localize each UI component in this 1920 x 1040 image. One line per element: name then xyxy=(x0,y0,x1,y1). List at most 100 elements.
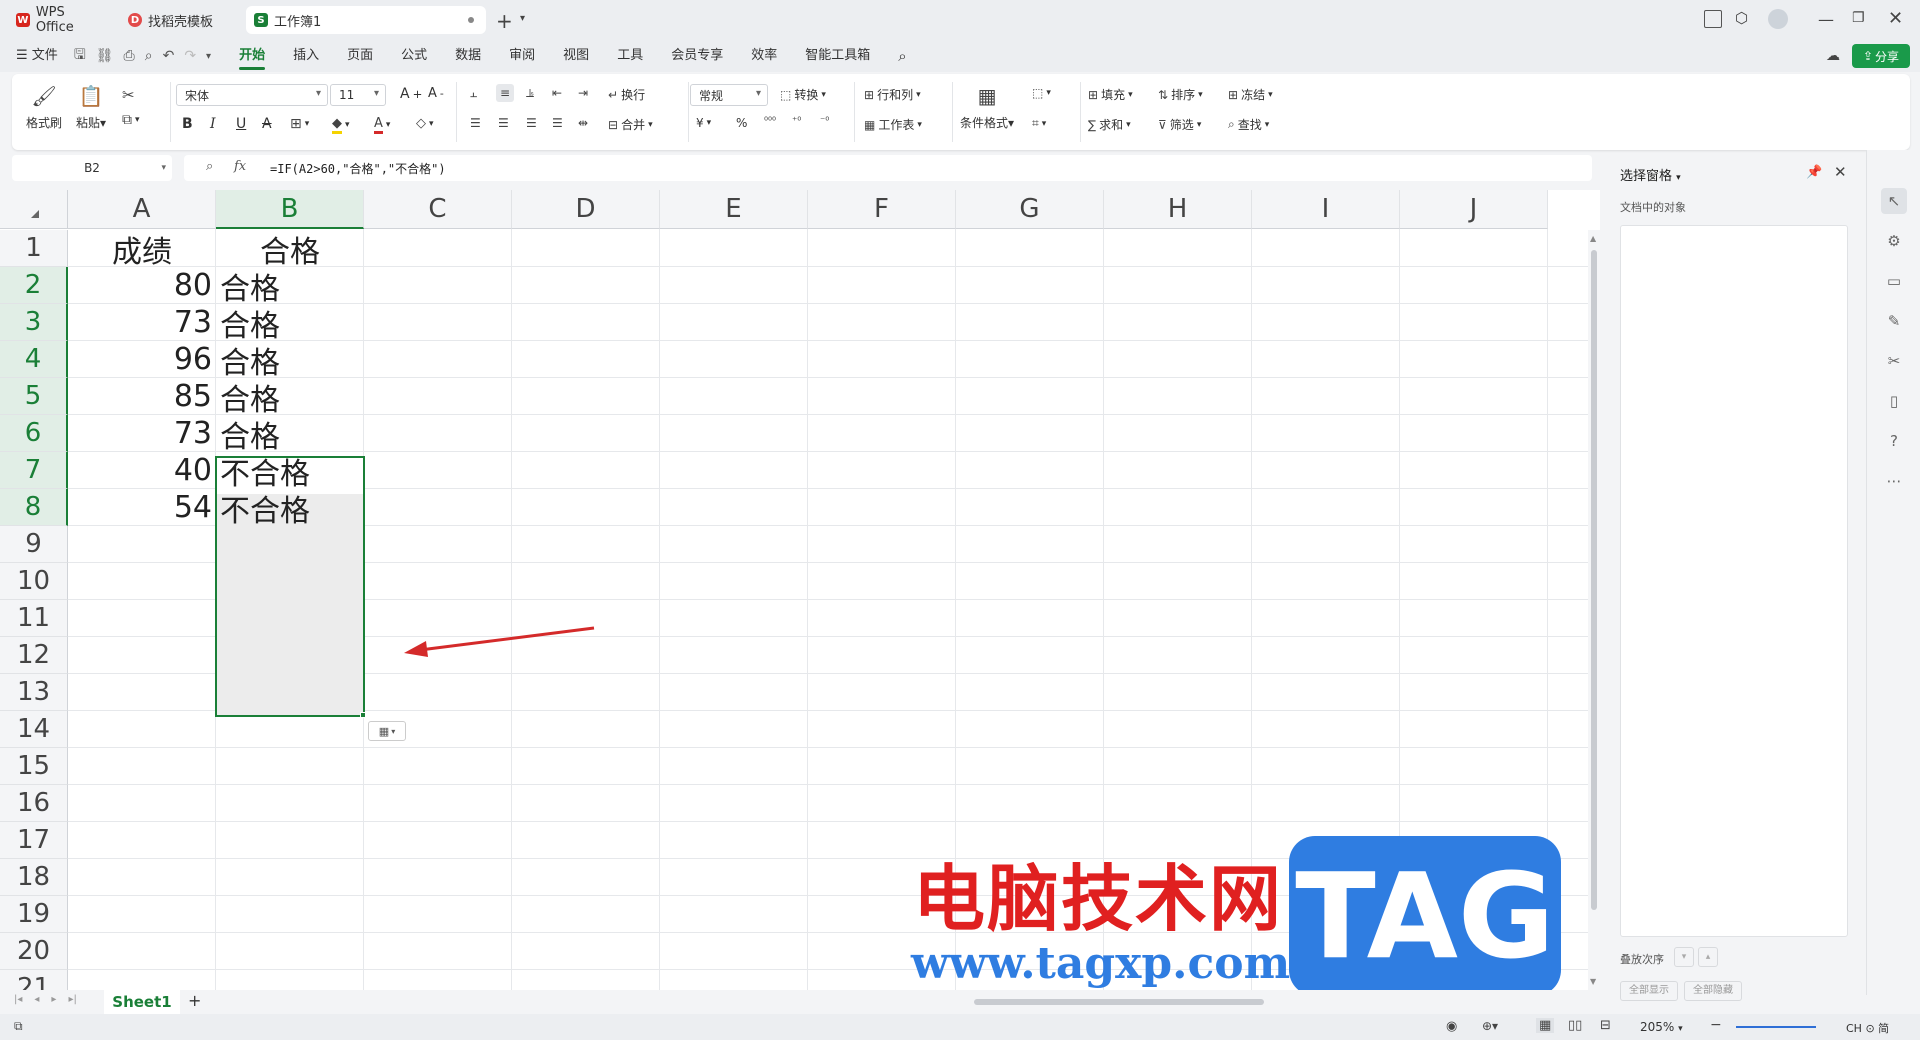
cloud-icon[interactable]: ☁ xyxy=(1826,48,1840,64)
fx-icon[interactable]: fx xyxy=(234,159,246,174)
conditional-format-button[interactable]: ▦ 条件格式▾ xyxy=(960,84,1014,131)
select-all-corner[interactable] xyxy=(0,190,68,229)
row-header-1[interactable]: 1 xyxy=(0,230,68,267)
column-header-i[interactable]: I xyxy=(1252,190,1400,229)
select-pointer-icon[interactable]: ↖ xyxy=(1881,188,1907,214)
sort-button[interactable]: ⇅ 排序 ▾ xyxy=(1158,86,1203,103)
row-header-2[interactable]: 2 xyxy=(0,267,68,304)
scroll-thumb[interactable] xyxy=(1591,250,1597,910)
row-header-18[interactable]: 18 xyxy=(0,859,68,896)
fill-button[interactable]: ⊞ 填充 ▾ xyxy=(1088,86,1133,103)
row-header-17[interactable]: 17 xyxy=(0,822,68,859)
sum-button[interactable]: ∑ 求和 ▾ xyxy=(1088,116,1131,133)
new-tab-icon[interactable]: + xyxy=(496,9,513,33)
cell-b3[interactable]: 合格 xyxy=(216,304,364,344)
row-header-7[interactable]: 7 xyxy=(0,452,68,489)
menu-review[interactable]: 审阅 xyxy=(495,40,549,72)
increase-font-button[interactable]: A + xyxy=(400,86,422,102)
close-icon[interactable]: ✕ xyxy=(1888,8,1903,29)
share-button[interactable]: ⇪ 分享 xyxy=(1852,44,1910,68)
wrap-text-button[interactable]: ↵ 换行 xyxy=(608,86,645,103)
decimal-increase-button[interactable]: ⁺⁰ xyxy=(792,116,801,127)
name-box[interactable]: B2 ▾ xyxy=(12,155,172,181)
currency-button[interactable]: ¥ ▾ xyxy=(696,116,711,130)
cell-a3[interactable]: 73 xyxy=(68,304,216,341)
book-icon[interactable]: ▯ xyxy=(1881,388,1907,414)
tab-docer-templates[interactable]: D 找稻壳模板 xyxy=(120,6,238,34)
row-header-16[interactable]: 16 xyxy=(0,785,68,822)
comment-icon[interactable]: ▭ xyxy=(1881,268,1907,294)
zoom-out-icon[interactable]: − xyxy=(1710,1017,1722,1033)
row-header-10[interactable]: 10 xyxy=(0,563,68,600)
fill-color-button[interactable]: ◆ ▾ xyxy=(332,116,350,134)
row-header-14[interactable]: 14 xyxy=(0,711,68,748)
menu-efficiency[interactable]: 效率 xyxy=(737,40,791,72)
objects-list[interactable] xyxy=(1620,225,1848,937)
formula-input-area[interactable]: ⌕ fx =IF(A2>60,"合格","不合格") xyxy=(184,155,1592,181)
view-mode-icon[interactable]: ⊕▾ xyxy=(1482,1019,1498,1033)
tab-workbook1[interactable]: S 工作簿1 xyxy=(246,6,486,34)
row-header-19[interactable]: 19 xyxy=(0,896,68,933)
properties-icon[interactable]: ⚙ xyxy=(1881,228,1907,254)
vertical-scrollbar[interactable]: ▲ ▼ xyxy=(1588,230,1600,990)
align-center-button[interactable]: ☰ xyxy=(498,116,509,130)
align-right-button[interactable]: ☰ xyxy=(526,116,537,130)
minimize-icon[interactable]: — xyxy=(1818,10,1834,29)
order-up-button[interactable]: ▴ xyxy=(1698,947,1718,967)
row-header-20[interactable]: 20 xyxy=(0,933,68,970)
zoom-value[interactable]: 205% ▾ xyxy=(1640,1020,1683,1034)
font-name-select[interactable]: 宋体 ▾ xyxy=(176,84,328,106)
cell-a7[interactable]: 40 xyxy=(68,452,216,489)
borders-button[interactable]: ⊞ ▾ xyxy=(290,116,309,132)
zoom-slider[interactable] xyxy=(1736,1026,1816,1028)
cell-a5[interactable]: 85 xyxy=(68,378,216,415)
font-size-select[interactable]: 11 ▾ xyxy=(330,84,386,106)
menu-insert[interactable]: 插入 xyxy=(279,40,333,72)
prev-sheet-icon[interactable]: ◂ xyxy=(34,994,39,1005)
align-left-button[interactable]: ☰ xyxy=(470,116,481,130)
page-break-icon[interactable]: ⊟ xyxy=(1600,1018,1611,1033)
first-sheet-icon[interactable]: |◂ xyxy=(14,994,22,1005)
row-header-4[interactable]: 4 xyxy=(0,341,68,378)
row-header-8[interactable]: 8 xyxy=(0,489,68,526)
align-bottom-button[interactable]: ⫡ xyxy=(526,86,534,101)
row-header-15[interactable]: 15 xyxy=(0,748,68,785)
page-layout-icon[interactable]: ▯▯ xyxy=(1568,1018,1582,1033)
underline-button[interactable]: U xyxy=(236,116,246,132)
menu-tools[interactable]: 工具 xyxy=(603,40,657,72)
link-icon[interactable]: ⛓ xyxy=(96,48,114,64)
zoom-formula-icon[interactable]: ⌕ xyxy=(206,159,213,174)
thousands-button[interactable]: ⁰⁰⁰ xyxy=(764,116,776,127)
chevron-down-icon[interactable]: ▾ xyxy=(520,13,525,24)
cell-style-button[interactable]: ⬚ ▾ xyxy=(1032,86,1051,100)
pin-icon[interactable]: 📌 xyxy=(1806,165,1822,180)
avatar[interactable] xyxy=(1768,9,1788,29)
print-preview-icon[interactable]: ⌕ xyxy=(145,48,153,64)
close-pane-icon[interactable]: ✕ xyxy=(1834,163,1847,181)
convert-button[interactable]: ⬚ 转换 ▾ xyxy=(780,86,826,103)
more-chevron-icon[interactable]: ▾ xyxy=(206,51,211,62)
eye-protection-icon[interactable]: ◉ xyxy=(1446,1019,1457,1034)
row-header-5[interactable]: 5 xyxy=(0,378,68,415)
row-col-button[interactable]: ⊞ 行和列 ▾ xyxy=(864,86,921,103)
format-painter-button[interactable]: 🖌 格式刷 xyxy=(26,84,62,131)
cell-a4[interactable]: 96 xyxy=(68,341,216,378)
clear-button[interactable]: ◇ ▾ xyxy=(416,116,434,131)
font-color-button[interactable]: A ▾ xyxy=(374,116,390,134)
menu-data[interactable]: 数据 xyxy=(441,40,495,72)
decimal-decrease-button[interactable]: ⁻⁰ xyxy=(820,116,829,127)
bold-button[interactable]: B xyxy=(182,116,193,132)
column-header-c[interactable]: C xyxy=(364,190,512,229)
column-header-a[interactable]: A xyxy=(68,190,216,229)
tab-wps-office[interactable]: W WPS Office xyxy=(8,5,114,35)
find-button[interactable]: ⌕ 查找 ▾ xyxy=(1228,116,1269,133)
cell-b6[interactable]: 合格 xyxy=(216,415,364,455)
show-all-button[interactable]: 全部显示 xyxy=(1620,981,1678,1001)
cell-b4[interactable]: 合格 xyxy=(216,341,364,381)
scroll-down-icon[interactable]: ▼ xyxy=(1590,977,1596,986)
add-sheet-button[interactable]: + xyxy=(188,991,201,1010)
cube-icon[interactable]: ⬡ xyxy=(1735,9,1748,27)
scroll-up-icon[interactable]: ▲ xyxy=(1590,234,1596,243)
cell-b1[interactable]: 合格 xyxy=(216,230,364,270)
edit-icon[interactable]: ✎ xyxy=(1881,308,1907,334)
